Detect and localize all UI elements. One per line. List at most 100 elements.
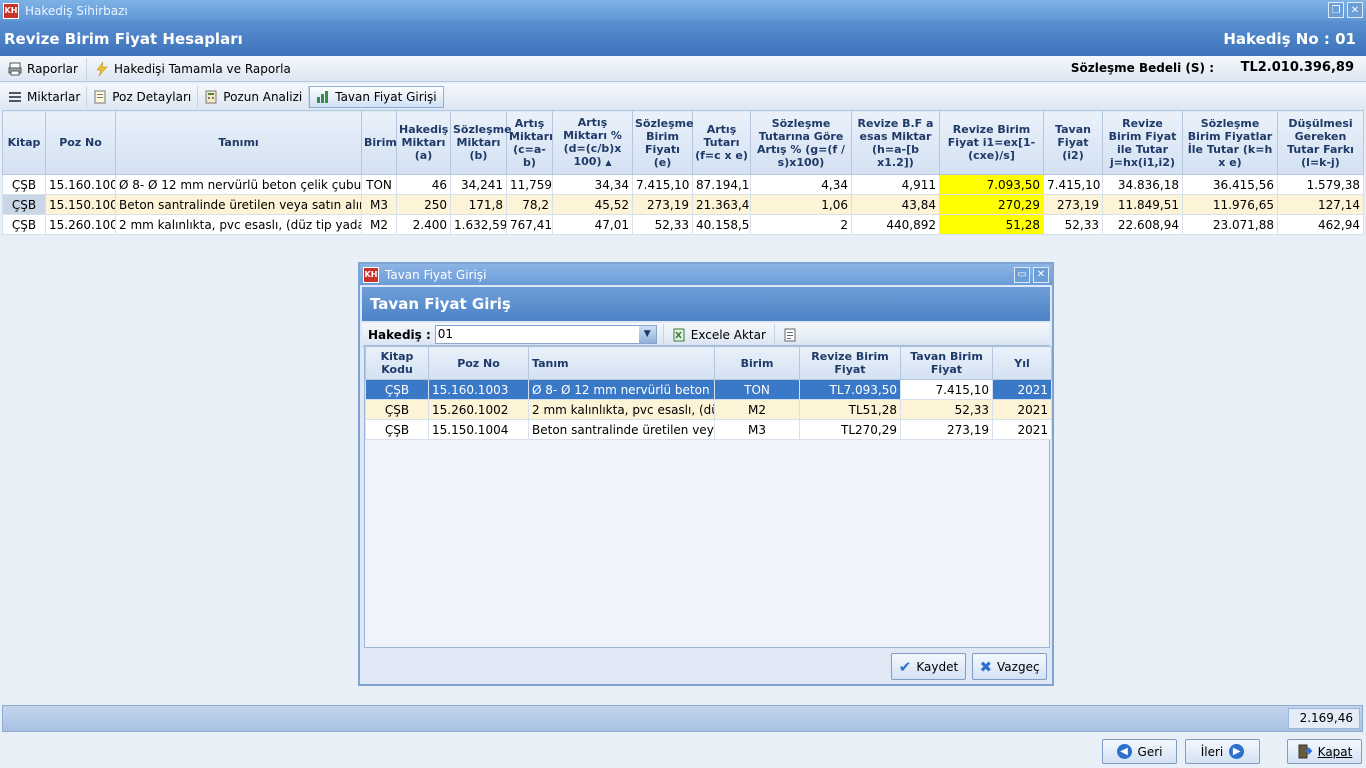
col-header[interactable]: Hakediş Miktarı (a) (396, 110, 451, 175)
hakedis-select[interactable]: 01 ▼ (434, 325, 657, 344)
chevron-down-icon[interactable]: ▼ (638, 326, 656, 343)
cell[interactable]: 87.194,16 (692, 174, 751, 195)
cell[interactable]: 7.415,10 (632, 174, 693, 195)
col-header[interactable]: Tanım (528, 346, 715, 380)
dialog-close-icon[interactable]: ✕ (1033, 266, 1049, 283)
cell[interactable]: 2 mm kalınlıkta, pvc esaslı, (düz tip (528, 399, 715, 420)
cell[interactable]: 78,2 (506, 194, 553, 215)
cell[interactable]: 15.150.1004 (428, 419, 529, 440)
table-row[interactable]: ÇŞB 15.150.1004 Beton santralinde üretil… (365, 419, 1052, 440)
col-header[interactable]: Tavan Birim Fiyat (900, 346, 993, 380)
cell[interactable]: 273,19 (632, 194, 693, 215)
restore-icon[interactable]: ❐ (1328, 2, 1344, 18)
col-header[interactable]: Poz No (45, 110, 116, 175)
cell[interactable]: 15.160.1003 (428, 379, 529, 400)
raporlar-button[interactable]: Raporlar (0, 58, 86, 80)
cell[interactable]: 250 (396, 194, 451, 215)
cell[interactable]: Ø 8- Ø 12 mm nervürlü beton çelik (528, 379, 715, 400)
cell[interactable]: ÇŞB (365, 419, 429, 440)
col-header[interactable]: Yıl (992, 346, 1052, 380)
cell[interactable]: 2021 (992, 379, 1052, 400)
cell[interactable]: 15.160.1003 (45, 174, 116, 195)
close-icon[interactable]: ✕ (1347, 2, 1363, 18)
cell[interactable]: 7.415,10 (1043, 174, 1103, 195)
excel-export-button[interactable]: Excele Aktar (662, 323, 774, 346)
cell[interactable]: TON (714, 379, 800, 400)
cell[interactable]: ÇŞB (2, 194, 46, 215)
cell[interactable]: 34,34 (552, 174, 633, 195)
col-header[interactable]: Revize Birim Fiyat i1=ex[1-(cxe)/s] (939, 110, 1044, 175)
cell[interactable]: 15.260.1002 (428, 399, 529, 420)
cell[interactable]: 11.849,51 (1102, 194, 1183, 215)
table-row[interactable]: ÇŞB 15.160.1003 Ø 8- Ø 12 mm nervürlü be… (365, 379, 1052, 400)
cell[interactable]: 1.579,38 (1277, 174, 1364, 195)
cell[interactable]: 273,19 (900, 419, 993, 440)
cell[interactable]: 2021 (992, 419, 1052, 440)
cell[interactable]: TL7.093,50 (799, 379, 901, 400)
cell[interactable]: Beton santralinde üretilen veya satın al… (115, 194, 362, 215)
col-header[interactable]: Kitap (2, 110, 46, 175)
cell[interactable]: ÇŞB (2, 174, 46, 195)
cell[interactable]: 36.415,56 (1182, 174, 1278, 195)
cell[interactable]: 440,892 (851, 214, 940, 235)
cell-highlight[interactable]: 7.093,50 (939, 174, 1044, 195)
cell[interactable]: TON (361, 174, 397, 195)
col-header[interactable]: Revize B.F a esas Miktar (h=a-[b x1.2]) (851, 110, 940, 175)
cell[interactable]: 52,33 (1043, 214, 1103, 235)
cell-editing[interactable]: 7.415,10 (900, 379, 993, 400)
table-row[interactable]: ÇŞB 15.160.1003 Ø 8- Ø 12 mm nervürlü be… (2, 174, 1364, 195)
col-header[interactable]: Poz No (428, 346, 529, 380)
cell[interactable]: 4,34 (750, 174, 852, 195)
cell[interactable]: 1.632,59 (450, 214, 507, 235)
col-header[interactable]: Artış Miktarı (c=a-b) (506, 110, 553, 175)
cell[interactable]: 2021 (992, 399, 1052, 420)
cell[interactable]: 2 mm kalınlıkta, pvc esaslı, (düz tip ya… (115, 214, 362, 235)
cell[interactable]: ÇŞB (2, 214, 46, 235)
col-header[interactable]: Tavan Fiyat (i2) (1043, 110, 1103, 175)
cell[interactable]: 15.260.1002 (45, 214, 116, 235)
cell-highlight[interactable]: 51,28 (939, 214, 1044, 235)
col-header[interactable]: Sözleşme Tutarına Göre Artış % (g=(f / s… (750, 110, 852, 175)
col-header[interactable]: Tanımı (115, 110, 362, 175)
ileri-button[interactable]: İleri ▶ (1185, 739, 1260, 764)
cell[interactable]: 23.071,88 (1182, 214, 1278, 235)
col-header[interactable]: Düşülmesi Gereken Tutar Farkı (l=k-j) (1277, 110, 1364, 175)
cell[interactable]: 47,01 (552, 214, 633, 235)
cell[interactable]: 2 (750, 214, 852, 235)
kaydet-button[interactable]: ✔ Kaydet (891, 653, 966, 680)
cell[interactable]: TL51,28 (799, 399, 901, 420)
cell[interactable]: 34,241 (450, 174, 507, 195)
cell[interactable]: 171,8 (450, 194, 507, 215)
cell[interactable]: 43,84 (851, 194, 940, 215)
cell[interactable]: 767,41 (506, 214, 553, 235)
cell[interactable]: 273,19 (1043, 194, 1103, 215)
cell[interactable]: 15.150.1004 (45, 194, 116, 215)
dialog-maximize-icon[interactable]: ▭ (1014, 266, 1030, 283)
cell[interactable]: 462,94 (1277, 214, 1364, 235)
cell[interactable]: 11,759 (506, 174, 553, 195)
col-header[interactable]: Sözleşme Birim Fiyatlar İle Tutar (k=h x… (1182, 110, 1278, 175)
kapat-button[interactable]: Kapat (1287, 739, 1362, 764)
cell[interactable]: M3 (714, 419, 800, 440)
cell[interactable]: M2 (361, 214, 397, 235)
cell-highlight[interactable]: 270,29 (939, 194, 1044, 215)
col-header[interactable]: Birim (361, 110, 397, 175)
cell[interactable]: ÇŞB (365, 399, 429, 420)
cell[interactable]: ÇŞB (365, 379, 429, 400)
cell[interactable]: 2.400 (396, 214, 451, 235)
tab-poz-detaylari[interactable]: Poz Detayları (87, 86, 199, 108)
cell[interactable]: 52,33 (900, 399, 993, 420)
col-header[interactable]: Sözleşme Birim Fiyatı (e) (632, 110, 694, 175)
tab-miktarlar[interactable]: Miktarlar (2, 86, 88, 108)
col-header[interactable]: Sözleşme Miktarı (b) (450, 110, 512, 175)
table-row[interactable]: ÇŞB 15.260.1002 2 mm kalınlıkta, pvc esa… (365, 399, 1052, 420)
table-row[interactable]: ÇŞB 15.150.1004 Beton santralinde üretil… (2, 194, 1364, 215)
table-row[interactable]: ÇŞB 15.260.1002 2 mm kalınlıkta, pvc esa… (2, 214, 1364, 235)
col-header-sorted[interactable]: Artış Miktarı % (d=(c/b)x 100) ▲ (552, 110, 633, 175)
cell[interactable]: 21.363,46 (692, 194, 751, 215)
cell[interactable]: 40.158,57 (692, 214, 751, 235)
cell[interactable]: 46 (396, 174, 451, 195)
tab-tavan-fiyat-girisi[interactable]: Tavan Fiyat Girişi (309, 86, 444, 108)
tab-pozun-analizi[interactable]: Pozun Analizi (198, 86, 310, 108)
col-header[interactable]: Kitap Kodu (365, 346, 429, 380)
